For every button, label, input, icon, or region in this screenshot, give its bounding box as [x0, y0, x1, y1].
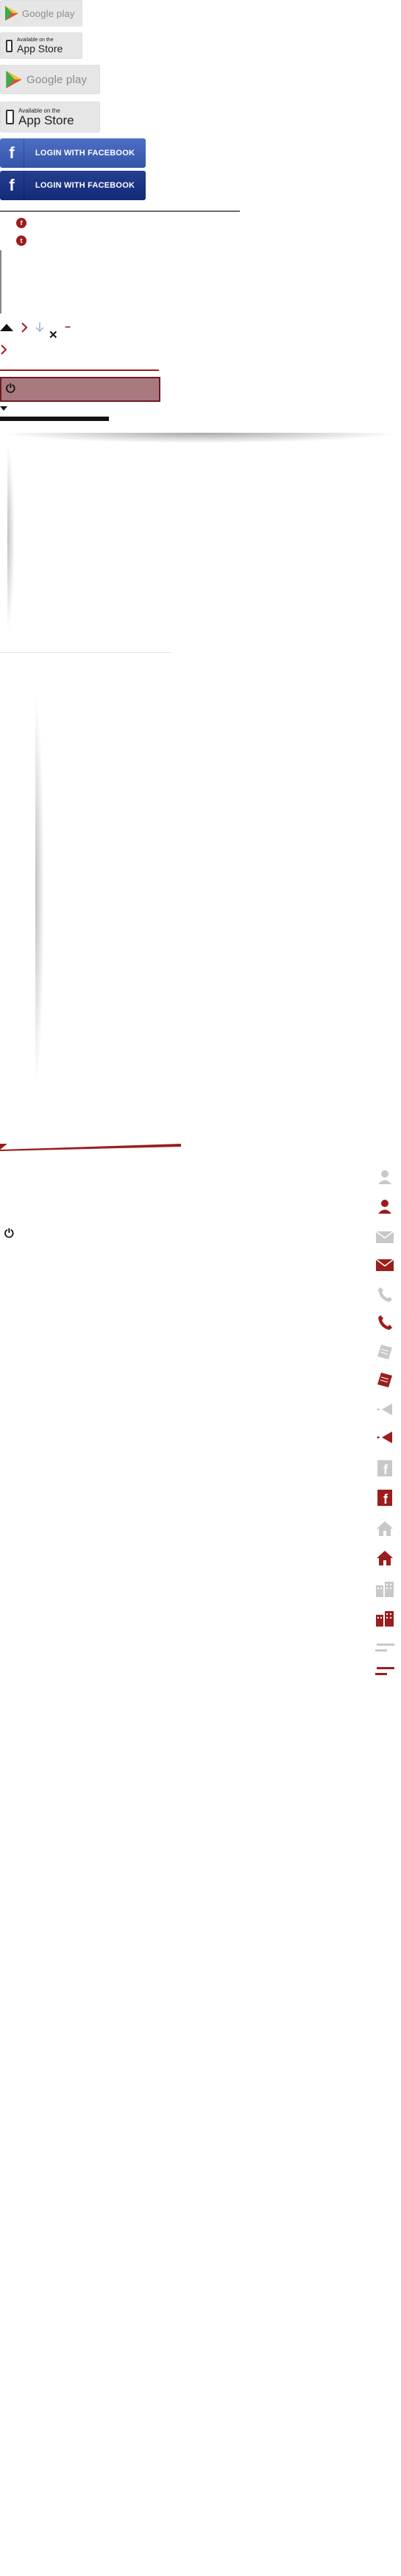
user-icon-active[interactable]: [375, 1197, 394, 1216]
phone-icon-active[interactable]: [375, 1313, 394, 1332]
facebook-icon: f: [0, 171, 24, 200]
home-icon[interactable]: [375, 1519, 394, 1538]
panel-shadow-left: [7, 442, 15, 633]
building-icon-active[interactable]: [375, 1609, 394, 1628]
power-icon: ⏻: [6, 383, 15, 395]
text-lines-icon-active[interactable]: [375, 1662, 394, 1681]
document-icon[interactable]: [375, 1342, 394, 1362]
mail-icon-active[interactable]: [375, 1256, 394, 1275]
red-divider: [0, 369, 159, 371]
facebook-login-label: LOGIN WITH FACEBOOK: [35, 181, 135, 190]
app-store-big-label: App Store: [18, 113, 74, 127]
app-store-badge[interactable]: Available on the App Store: [0, 32, 82, 59]
google-play-label: Google play: [26, 73, 88, 86]
phone-icon[interactable]: [375, 1285, 394, 1304]
light-separator: [0, 652, 171, 653]
caret-down-icon[interactable]: [0, 406, 7, 411]
speaker-icon[interactable]: [375, 1400, 394, 1419]
minus-icon[interactable]: −: [65, 321, 71, 333]
app-store-big-label: App Store: [17, 43, 63, 54]
speaker-icon-active[interactable]: [375, 1428, 394, 1447]
svg-text:f: f: [383, 1462, 388, 1476]
facebook-login-button-hover[interactable]: f LOGIN WITH FACEBOOK: [0, 171, 146, 200]
phone-icon: [6, 39, 13, 52]
google-play-label: Google play: [22, 7, 75, 19]
user-icon[interactable]: [375, 1167, 394, 1186]
black-bar: [0, 417, 109, 421]
facebook-icon[interactable]: f: [375, 1459, 394, 1478]
caret-up-icon[interactable]: [0, 324, 13, 331]
google-play-badge-large[interactable]: Google play: [0, 65, 100, 94]
vertical-divider: [0, 250, 1, 314]
mail-icon[interactable]: [375, 1228, 394, 1247]
app-store-badge-large[interactable]: Available on the App Store: [0, 102, 100, 132]
close-icon[interactable]: ✕: [49, 328, 58, 342]
phone-icon: [6, 110, 14, 124]
facebook-login-button[interactable]: f LOGIN WITH FACEBOOK: [0, 138, 146, 168]
panel-shadow-left-2: [35, 692, 44, 1089]
play-triangle-icon: [5, 6, 18, 21]
document-icon-active[interactable]: [375, 1370, 394, 1390]
facebook-login-label: LOGIN WITH FACEBOOK: [35, 149, 135, 158]
svg-text:f: f: [383, 1492, 388, 1506]
arrow-down-icon[interactable]: [35, 322, 44, 333]
google-play-badge[interactable]: Google play: [0, 0, 82, 26]
logout-bar[interactable]: ⏻: [0, 377, 160, 402]
home-icon-active[interactable]: [375, 1549, 394, 1568]
facebook-icon-active[interactable]: f: [375, 1488, 394, 1507]
facebook-social-icon[interactable]: f: [16, 218, 26, 228]
facebook-icon: f: [0, 138, 24, 168]
twitter-social-icon[interactable]: t: [16, 236, 26, 246]
red-wedge-divider: [0, 1144, 181, 1151]
power-icon[interactable]: ⏻: [4, 1228, 14, 1241]
building-icon[interactable]: [375, 1579, 394, 1599]
text-lines-icon[interactable]: [375, 1638, 394, 1657]
play-triangle-icon: [6, 71, 22, 88]
header-shadow: [0, 433, 401, 443]
divider-line: [0, 210, 240, 212]
chevron-right-icon[interactable]: [21, 322, 28, 333]
chevron-right-icon[interactable]: [0, 344, 7, 355]
